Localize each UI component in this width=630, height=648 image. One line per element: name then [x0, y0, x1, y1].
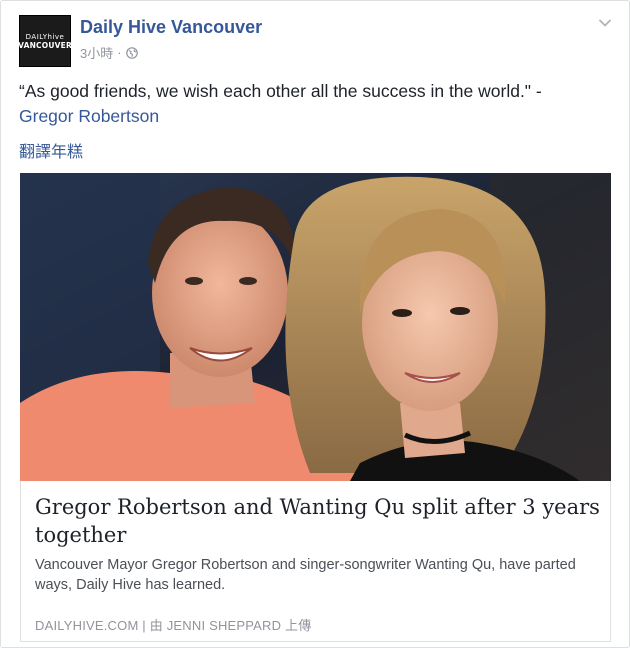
post-timestamp[interactable]: 3小時: [80, 43, 113, 62]
post-author-link[interactable]: Gregor Robertson: [19, 106, 159, 126]
post-meta: 3小時 ·: [80, 43, 138, 62]
photo-illustration: [20, 173, 611, 481]
page-name-link[interactable]: Daily Hive Vancouver: [80, 17, 262, 38]
post-text: “As good friends, we wish each other all…: [19, 79, 619, 129]
meta-separator: ·: [117, 45, 122, 60]
link-description: Vancouver Mayor Gregor Robertson and sin…: [35, 557, 576, 593]
chevron-down-icon[interactable]: [597, 15, 613, 31]
link-preview-box[interactable]: Gregor Robertson and Wanting Qu split af…: [20, 481, 611, 642]
post-quote: “As good friends, we wish each other all…: [19, 81, 542, 101]
translate-link[interactable]: 翻譯年糕: [19, 138, 83, 162]
post-card: DAILYhive VANCOUVER Daily Hive Vancouver…: [0, 0, 630, 648]
avatar-logo-line1: DAILYhive: [25, 32, 65, 41]
link-title[interactable]: Gregor Robertson and Wanting Qu split af…: [35, 493, 600, 549]
link-source: DAILYHIVE.COM | 由 JENNI SHEPPARD 上傳: [35, 618, 312, 633]
link-preview-image[interactable]: [20, 173, 611, 481]
page-avatar[interactable]: DAILYhive VANCOUVER: [18, 15, 72, 67]
globe-icon[interactable]: [125, 46, 138, 59]
avatar-logo-line2: VANCOUVER: [18, 40, 72, 50]
